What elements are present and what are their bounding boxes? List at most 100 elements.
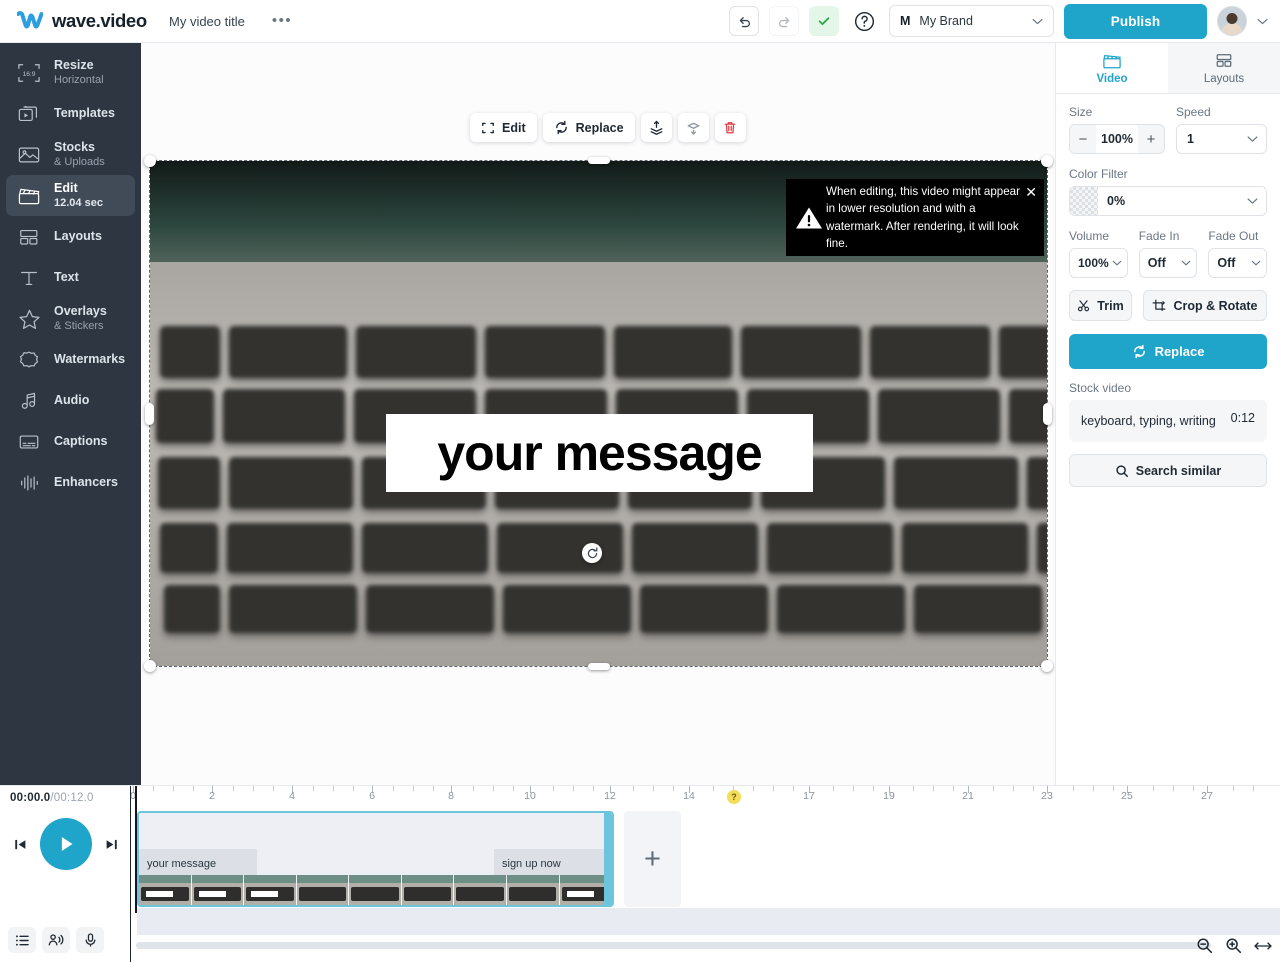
sidebar-item-overlays[interactable]: Overlays & Stickers: [6, 298, 135, 339]
resize-handle-bottom[interactable]: [588, 663, 610, 670]
avatar-body: [1221, 23, 1243, 35]
trim-button[interactable]: Trim: [1069, 290, 1132, 321]
editing-warning-banner: When editing, this video might appear in…: [786, 179, 1044, 256]
size-field: Size − 100% +: [1069, 105, 1165, 154]
brand-selector[interactable]: M My Brand: [889, 5, 1054, 37]
play-button[interactable]: [39, 818, 92, 870]
playhead[interactable]: [135, 786, 137, 913]
ruler-help-badge[interactable]: ?: [727, 790, 741, 804]
question-icon: [853, 10, 876, 33]
fade-out-select[interactable]: Off: [1208, 248, 1267, 278]
stock-video-card[interactable]: keyboard, typing, writing 0:12: [1069, 400, 1267, 442]
sidebar-item-stocks[interactable]: Stocks & Uploads: [6, 134, 135, 175]
timeline-scrollbar[interactable]: [136, 942, 1211, 949]
speed-value: 1: [1187, 132, 1194, 146]
zoom-in-icon[interactable]: [1225, 937, 1242, 954]
replace-icon: [554, 120, 569, 135]
sidebar-item-sublabel: Horizontal: [54, 73, 104, 86]
tab-layouts[interactable]: Layouts: [1168, 43, 1280, 93]
video-preview[interactable]: your message When editing, this video mi…: [150, 161, 1047, 666]
replace-video-button[interactable]: Replace: [1069, 334, 1267, 369]
crop-rotate-button[interactable]: Crop & Rotate: [1143, 290, 1267, 321]
close-icon[interactable]: ✕: [1025, 185, 1037, 199]
sidebar-item-layouts[interactable]: Layouts: [6, 216, 135, 257]
sidebar-label-group: Enhancers: [54, 475, 118, 489]
sidebar-item-sublabel: & Uploads: [54, 155, 105, 168]
speed-select[interactable]: 1: [1176, 124, 1267, 154]
undo-button[interactable]: [729, 6, 759, 36]
rotate-icon[interactable]: [582, 543, 602, 563]
sidebar-item-audio[interactable]: Audio: [6, 380, 135, 421]
color-filter-select[interactable]: 0%: [1069, 186, 1267, 216]
size-decrease-button[interactable]: −: [1070, 125, 1096, 153]
microphone-icon[interactable]: [76, 927, 104, 953]
voiceover-icon[interactable]: [42, 927, 70, 953]
resize-handle-right[interactable]: [1043, 403, 1052, 425]
search-similar-button[interactable]: Search similar: [1069, 454, 1267, 487]
timeline-ruler[interactable]: 0 2 4 6 8 10 12 14 17 19 21 23 25 27?: [131, 786, 1280, 808]
ruler-minor-tick: [953, 786, 954, 791]
filmstrip-frame: [296, 875, 350, 905]
clip-resize-handle[interactable]: [604, 813, 612, 905]
ruler-minor-tick: [1253, 786, 1254, 791]
ruler-minor-tick: [753, 786, 754, 791]
redo-button[interactable]: [769, 6, 799, 36]
sidebar-item-resize[interactable]: 16:9 Resize Horizontal: [6, 52, 135, 93]
timeline-clip[interactable]: your message sign up now: [137, 811, 614, 907]
publish-button[interactable]: Publish: [1064, 3, 1207, 39]
sidebar-label-group: Layouts: [54, 229, 102, 243]
account-chevron-icon[interactable]: [1257, 18, 1268, 25]
resize-handle-top-right[interactable]: [1041, 155, 1053, 167]
volume-select[interactable]: 100%: [1069, 248, 1128, 278]
sidebar-item-enhancers[interactable]: Enhancers: [6, 462, 135, 503]
avatar[interactable]: [1217, 6, 1247, 36]
size-value[interactable]: 100%: [1096, 125, 1138, 153]
right-properties-panel: Video Layouts Size − 100% + Speed 1 Colo…: [1055, 43, 1280, 785]
document-menu-button[interactable]: •••: [272, 13, 292, 28]
top-bar: wave.video My video title ••• M My Brand…: [0, 0, 1280, 43]
resize-handle-top-left[interactable]: [144, 155, 156, 167]
replace-video-label: Replace: [1154, 344, 1205, 359]
brand-logo[interactable]: wave.video: [0, 10, 147, 32]
timeline-secondary-band[interactable]: [137, 908, 1280, 935]
sidebar-item-edit[interactable]: Edit 12.04 sec: [6, 175, 135, 216]
sidebar-item-captions[interactable]: Captions: [6, 421, 135, 462]
send-backward-button[interactable]: [677, 113, 709, 142]
sidebar-item-templates[interactable]: Templates: [6, 93, 135, 134]
add-scene-button[interactable]: +: [624, 811, 681, 907]
panel-body: Size − 100% + Speed 1 Color Filter 0% Vo…: [1056, 94, 1280, 487]
skip-next-button[interactable]: [104, 837, 119, 852]
size-increase-button[interactable]: +: [1138, 125, 1164, 153]
color-filter-swatch: [1070, 187, 1098, 215]
sidebar-item-watermarks[interactable]: Watermarks: [6, 339, 135, 380]
sidebar-item-text[interactable]: Text: [6, 257, 135, 298]
fade-out-field: Fade Out Off: [1208, 229, 1267, 278]
ruler-minor-tick: [193, 786, 194, 791]
music-icon: [16, 388, 42, 414]
list-icon[interactable]: [8, 927, 36, 953]
overlay-text-box[interactable]: your message: [386, 414, 813, 492]
speed-label: Speed: [1176, 105, 1211, 119]
edit-button[interactable]: Edit: [470, 113, 537, 142]
fade-in-select[interactable]: Off: [1138, 248, 1198, 278]
volume-value: 100%: [1078, 256, 1109, 270]
resize-handle-left[interactable]: [145, 403, 154, 425]
sidebar-label-group: Stocks & Uploads: [54, 140, 105, 168]
fit-width-icon[interactable]: [1254, 940, 1272, 952]
document-title[interactable]: My video title: [169, 14, 245, 29]
zoom-out-icon[interactable]: [1196, 937, 1213, 954]
tab-video[interactable]: Video: [1056, 43, 1168, 93]
help-button[interactable]: [849, 6, 879, 36]
resize-handle-bottom-right[interactable]: [1041, 660, 1053, 672]
delete-button[interactable]: [714, 113, 746, 142]
ruler-minor-tick: [793, 786, 794, 791]
timeline-track-area[interactable]: 0 2 4 6 8 10 12 14 17 19 21 23 25 27? your message si…: [131, 786, 1280, 962]
size-stepper[interactable]: − 100% +: [1069, 124, 1165, 154]
video-selection-frame[interactable]: your message When editing, this video mi…: [144, 155, 1053, 672]
bring-forward-button[interactable]: [640, 113, 672, 142]
skip-previous-button[interactable]: [13, 837, 28, 852]
color-filter-field: Color Filter 0%: [1069, 167, 1267, 216]
resize-handle-top[interactable]: [588, 157, 610, 164]
replace-button[interactable]: Replace: [542, 113, 635, 142]
resize-handle-bottom-left[interactable]: [144, 660, 156, 672]
